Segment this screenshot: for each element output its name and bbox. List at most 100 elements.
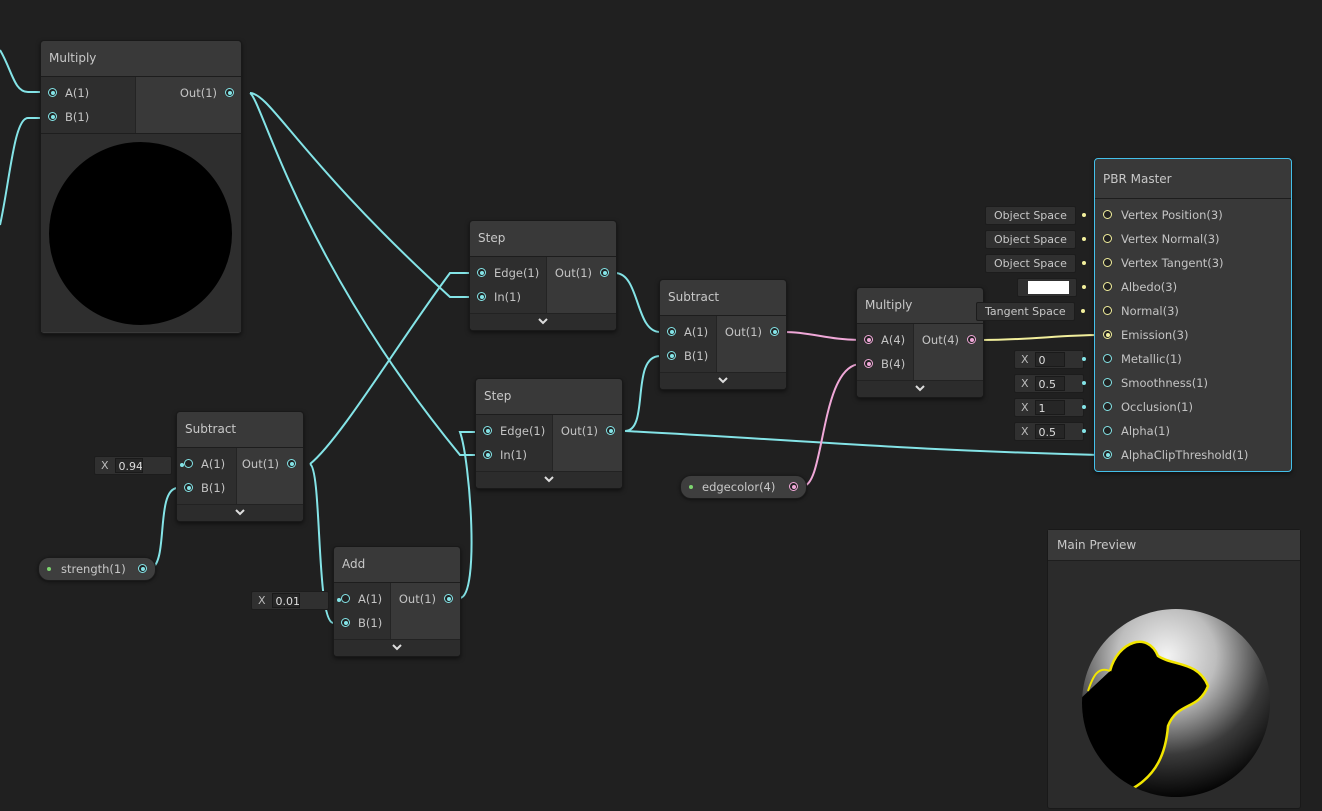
port-dot-icon[interactable]: [1103, 234, 1112, 243]
port-dot-icon[interactable]: [287, 459, 296, 468]
field-value[interactable]: 0.94: [114, 458, 143, 473]
normal-space-field[interactable]: Tangent Space: [976, 302, 1085, 321]
subtract-node-2[interactable]: Subtract A(1) B(1) Out(1): [659, 279, 787, 390]
master-port-alpha[interactable]: Alpha(1): [1095, 419, 1291, 443]
input-port-b[interactable]: B(1): [177, 476, 236, 500]
vertex-position-space-field[interactable]: Object Space: [985, 206, 1086, 225]
port-dot-icon[interactable]: [1103, 354, 1112, 363]
master-port-vertex-tangent[interactable]: Vertex Tangent(3): [1095, 251, 1291, 275]
input-port-a[interactable]: A(1): [177, 452, 236, 476]
port-dot-icon[interactable]: [606, 426, 615, 435]
port-dot-icon[interactable]: [864, 359, 873, 368]
master-port-metallic[interactable]: Metallic(1): [1095, 347, 1291, 371]
master-port-alpha-clip-threshold[interactable]: AlphaClipThreshold(1): [1095, 443, 1291, 467]
subtract-node-1[interactable]: Subtract A(1) B(1) Out(1): [176, 411, 304, 522]
port-dot-icon[interactable]: [138, 564, 147, 573]
port-dot-icon[interactable]: [184, 483, 193, 492]
master-port-smoothness[interactable]: Smoothness(1): [1095, 371, 1291, 395]
edgecolor-property-node[interactable]: edgecolor(4): [680, 475, 807, 499]
field-value[interactable]: 0.5: [1034, 424, 1065, 439]
input-port-b[interactable]: B(4): [857, 352, 913, 376]
port-dot-icon[interactable]: [1103, 306, 1112, 315]
output-port[interactable]: Out(1): [547, 261, 616, 285]
port-dot-icon[interactable]: [789, 482, 798, 491]
albedo-color-field[interactable]: [1017, 278, 1086, 297]
port-dot-icon[interactable]: [1103, 450, 1112, 459]
alpha-value-field[interactable]: X 0.5: [1014, 422, 1086, 441]
expand-toggle[interactable]: [177, 504, 303, 521]
output-port[interactable]: Out(1): [553, 419, 622, 443]
port-dot-icon[interactable]: [1103, 282, 1112, 291]
field-value[interactable]: 0: [1034, 352, 1065, 367]
input-port-a[interactable]: A(1): [334, 587, 390, 611]
multiply-node-1[interactable]: Multiply A(1) B(1) Out(1): [40, 40, 242, 334]
output-port[interactable]: Out(4): [914, 328, 983, 352]
expand-toggle[interactable]: [334, 639, 460, 656]
output-port[interactable]: Out(1): [136, 81, 241, 105]
port-dot-icon[interactable]: [477, 268, 486, 277]
port-dot-icon[interactable]: [1103, 402, 1112, 411]
master-port-normal[interactable]: Normal(3): [1095, 299, 1291, 323]
port-dot-icon[interactable]: [483, 426, 492, 435]
main-preview-window[interactable]: Main Preview: [1047, 529, 1301, 809]
port-dot-icon[interactable]: [48, 88, 57, 97]
input-port-in[interactable]: In(1): [470, 285, 546, 309]
expand-toggle[interactable]: [470, 313, 616, 330]
vertex-tangent-space-field[interactable]: Object Space: [985, 254, 1086, 273]
expand-toggle[interactable]: [476, 471, 622, 488]
port-dot-icon[interactable]: [341, 618, 350, 627]
input-port-in[interactable]: In(1): [476, 443, 552, 467]
port-dot-icon[interactable]: [667, 351, 676, 360]
expand-toggle[interactable]: [660, 372, 786, 389]
field-value[interactable]: 0.5: [1034, 376, 1065, 391]
port-dot-icon[interactable]: [1103, 330, 1112, 339]
add-a-value-field[interactable]: X 0.01: [251, 591, 341, 610]
pbr-master-node[interactable]: PBR Master Vertex Position(3) Vertex Nor…: [1094, 158, 1292, 472]
port-dot-icon[interactable]: [864, 335, 873, 344]
albedo-color-swatch[interactable]: [1028, 281, 1069, 294]
input-port-a[interactable]: A(4): [857, 328, 913, 352]
master-port-emission[interactable]: Emission(3): [1095, 323, 1291, 347]
port-dot-icon[interactable]: [48, 112, 57, 121]
port-dot-icon[interactable]: [600, 268, 609, 277]
input-port-a[interactable]: A(1): [660, 320, 716, 344]
input-port-edge[interactable]: Edge(1): [476, 419, 552, 443]
port-dot-icon[interactable]: [1103, 378, 1112, 387]
step-node-1[interactable]: Step Edge(1) In(1) Out(1): [469, 220, 617, 331]
port-dot-icon[interactable]: [1103, 426, 1112, 435]
port-dot-icon[interactable]: [667, 327, 676, 336]
input-port-b[interactable]: B(1): [41, 105, 135, 129]
port-dot-icon[interactable]: [341, 594, 350, 603]
master-port-vertex-position[interactable]: Vertex Position(3): [1095, 203, 1291, 227]
port-dot-icon[interactable]: [1103, 258, 1112, 267]
port-dot-icon[interactable]: [483, 450, 492, 459]
input-port-b[interactable]: B(1): [334, 611, 390, 635]
port-dot-icon[interactable]: [444, 594, 453, 603]
vertex-normal-space-field[interactable]: Object Space: [985, 230, 1086, 249]
metallic-value-field[interactable]: X 0: [1014, 350, 1086, 369]
master-port-albedo[interactable]: Albedo(3): [1095, 275, 1291, 299]
strength-property-node[interactable]: strength(1): [38, 557, 156, 581]
expand-toggle[interactable]: [857, 380, 983, 397]
port-dot-icon[interactable]: [225, 88, 234, 97]
master-port-vertex-normal[interactable]: Vertex Normal(3): [1095, 227, 1291, 251]
master-port-occlusion[interactable]: Occlusion(1): [1095, 395, 1291, 419]
output-port[interactable]: Out(1): [237, 452, 303, 476]
port-dot-icon[interactable]: [477, 292, 486, 301]
step-node-2[interactable]: Step Edge(1) In(1) Out(1): [475, 378, 623, 489]
port-dot-icon[interactable]: [1103, 210, 1112, 219]
input-port-b[interactable]: B(1): [660, 344, 716, 368]
input-port-a[interactable]: A(1): [41, 81, 135, 105]
field-value[interactable]: 1: [1034, 400, 1065, 415]
port-dot-icon[interactable]: [184, 459, 193, 468]
add-node[interactable]: Add A(1) B(1) Out(1): [333, 546, 461, 657]
output-port[interactable]: Out(1): [717, 320, 786, 344]
port-dot-icon[interactable]: [967, 335, 976, 344]
field-value[interactable]: 0.01: [271, 593, 300, 608]
port-dot-icon[interactable]: [770, 327, 779, 336]
output-port[interactable]: Out(1): [391, 587, 460, 611]
subtract-a-value-field[interactable]: X 0.94: [94, 456, 184, 475]
occlusion-value-field[interactable]: X 1: [1014, 398, 1086, 417]
multiply-node-2[interactable]: Multiply A(4) B(4) Out(4): [856, 287, 984, 398]
input-port-edge[interactable]: Edge(1): [470, 261, 546, 285]
